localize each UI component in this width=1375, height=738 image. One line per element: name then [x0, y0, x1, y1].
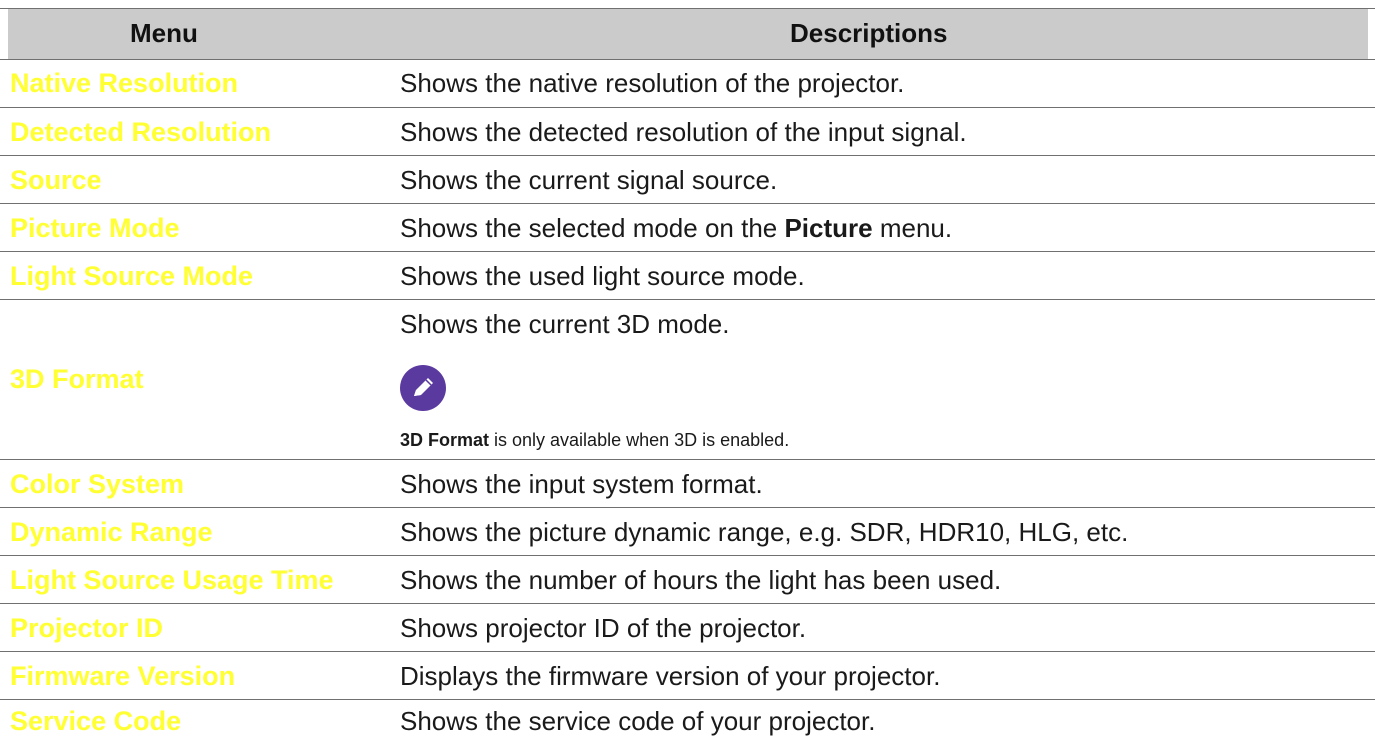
row-desc-light-source-usage-time: Shows the number of hours the light has … [400, 565, 1002, 595]
row-menu-firmware-version: Firmware Version [10, 661, 236, 691]
row-menu-service-code: Service Code [10, 706, 182, 736]
row-desc-dynamic-range: Shows the picture dynamic range, e.g. SD… [400, 517, 1129, 547]
row-menu-light-source-mode: Light Source Mode [10, 261, 253, 291]
table-rule [0, 459, 1375, 460]
table-rule [0, 507, 1375, 508]
row-menu-3d-format: 3D Format [10, 364, 144, 394]
pencil-note-icon [400, 365, 446, 411]
table-rule [0, 107, 1375, 108]
header-menu: Menu [130, 18, 198, 48]
row-desc-firmware-version: Displays the firmware version of your pr… [400, 661, 941, 691]
table-rule [0, 8, 1375, 9]
row-menu-detected-resolution: Detected Resolution [10, 117, 272, 147]
header-descriptions: Descriptions [790, 18, 948, 48]
row-menu-light-source-usage-time: Light Source Usage Time [10, 565, 334, 595]
row-desc-light-source-mode: Shows the used light source mode. [400, 261, 805, 291]
table-rule [0, 603, 1375, 604]
table-rule [0, 699, 1375, 700]
table-rule [0, 299, 1375, 300]
row-menu-source: Source [10, 165, 102, 195]
row-menu-picture-mode: Picture Mode [10, 213, 180, 243]
row-menu-color-system: Color System [10, 469, 185, 499]
row-menu-dynamic-range: Dynamic Range [10, 517, 213, 547]
table-rule [0, 651, 1375, 652]
table-rule [0, 555, 1375, 556]
row-desc-detected-resolution: Shows the detected resolution of the inp… [400, 117, 967, 147]
row-desc-3d-format: Shows the current 3D mode. [400, 309, 730, 339]
menu-description-table: Menu Descriptions Native Resolution Show… [0, 0, 1375, 738]
row-desc-projector-id: Shows projector ID of the projector. [400, 613, 807, 643]
table-rule [0, 59, 1375, 60]
row-desc-service-code: Shows the service code of your projector… [400, 706, 876, 736]
row-desc-color-system: Shows the input system format. [400, 469, 763, 499]
row-desc-source: Shows the current signal source. [400, 165, 778, 195]
table-rule [0, 203, 1375, 204]
row-desc-picture-mode: Shows the selected mode on the Picture m… [400, 213, 953, 243]
row-desc-native-resolution: Shows the native resolution of the proje… [400, 68, 905, 98]
row-menu-native-resolution: Native Resolution [10, 68, 239, 98]
note-3d-format: 3D Format is only available when 3D is e… [400, 430, 790, 450]
row-menu-projector-id: Projector ID [10, 613, 164, 643]
table-rule [0, 251, 1375, 252]
table-header-bg [8, 8, 1368, 59]
table-rule [0, 155, 1375, 156]
